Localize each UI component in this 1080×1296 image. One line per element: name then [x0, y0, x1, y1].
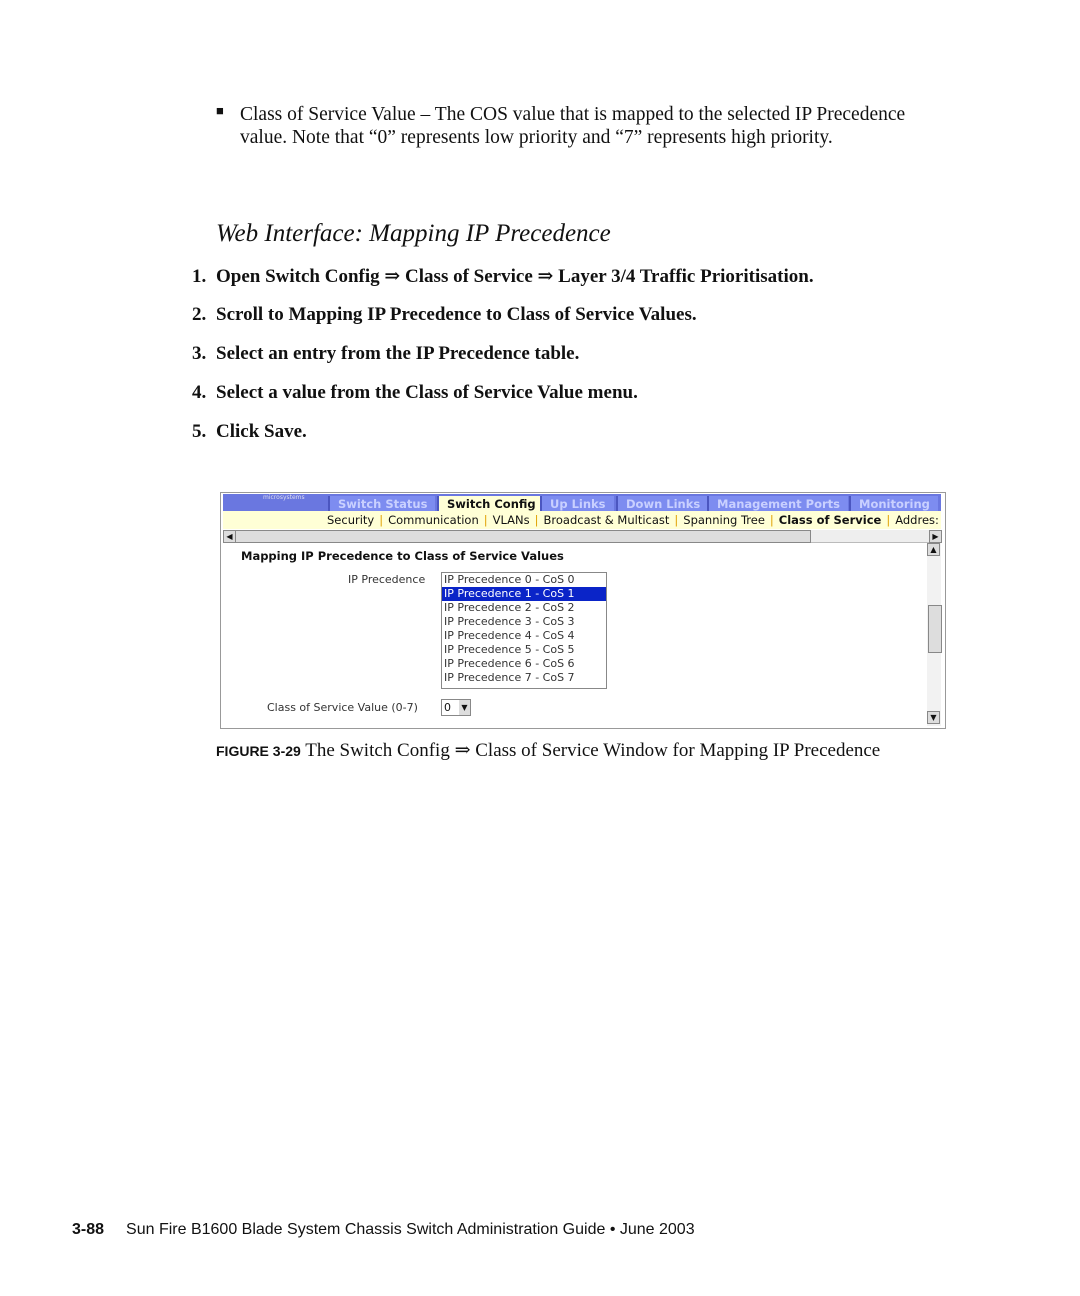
step: 1. Open Switch Config ⇒ Class of Service … — [192, 265, 814, 288]
step: 2. Scroll to Mapping IP Precedence to Cla… — [192, 304, 697, 326]
subnav-item[interactable]: Addres: — [895, 513, 939, 527]
subnav-item[interactable]: Class of Service — [779, 513, 882, 527]
list-option[interactable]: IP Precedence 6 - CoS 6 — [442, 657, 606, 671]
step-text: Select a value from the Class of Service… — [216, 382, 638, 403]
page-number: 3-88 — [72, 1221, 105, 1238]
scroll-right-button[interactable]: ▶ — [929, 530, 942, 543]
step-number: 5. — [192, 421, 207, 442]
horizontal-scrollbar[interactable]: ◀ ▶ — [223, 530, 942, 543]
list-option[interactable]: IP Precedence 5 - CoS 5 — [442, 643, 606, 657]
bullet-icon: ■ — [216, 103, 224, 118]
list-option[interactable]: IP Precedence 1 - CoS 1 — [442, 587, 606, 601]
list-option[interactable]: IP Precedence 3 - CoS 3 — [442, 615, 606, 629]
tab[interactable]: Down Links — [616, 496, 709, 512]
divider: | — [674, 513, 679, 527]
bullet-text: Class of Service Value – The COS value t… — [240, 104, 906, 148]
subnav-item[interactable]: Broadcast & Multicast — [544, 513, 670, 527]
ip-precedence-label: IP Precedence — [348, 573, 426, 586]
divider: | — [886, 513, 891, 527]
section-title: Mapping IP Precedence to Class of Servic… — [241, 549, 564, 563]
subnav-item[interactable]: VLANs — [493, 513, 530, 527]
section-heading: Web Interface: Mapping IP Precedence — [216, 220, 611, 247]
divider: | — [769, 513, 774, 527]
step: 3. Select an entry from the IP Precedence… — [192, 343, 579, 365]
vertical-scrollbar[interactable]: ▲ ▼ — [927, 543, 942, 726]
list-option[interactable]: IP Precedence 4 - CoS 4 — [442, 629, 606, 643]
tab[interactable]: Switch Status — [328, 496, 436, 512]
cos-value: 0 — [444, 701, 451, 714]
document-page: ■ Class of Service Value – The COS value… — [0, 0, 1080, 1296]
step-text: Click Save. — [216, 421, 307, 442]
divider: | — [379, 513, 384, 527]
tab[interactable]: Switch Config — [437, 496, 544, 512]
step: 4. Select a value from the Class of Servi… — [192, 382, 638, 404]
step-number: 4. — [192, 382, 207, 403]
logo: microsystems — [263, 494, 305, 501]
subnav-item[interactable]: Spanning Tree — [683, 513, 765, 527]
list-option[interactable]: IP Precedence 7 - CoS 7 — [442, 671, 606, 685]
step-number: 2. — [192, 304, 207, 325]
figure-screenshot: microsystems Switch Status Switch Config U… — [220, 492, 946, 729]
tab[interactable]: Monitoring — [849, 496, 938, 512]
cos-value-label: Class of Service Value (0-7) — [267, 701, 418, 714]
divider: | — [534, 513, 539, 527]
footer: 3-88 Sun Fire B1600 Blade System Chassis … — [72, 1221, 695, 1239]
step-text: Scroll to Mapping IP Precedence to Class… — [216, 304, 697, 325]
subnav-item[interactable]: Security — [327, 513, 374, 527]
step-number: 1. — [192, 266, 207, 287]
ip-precedence-list[interactable]: IP Precedence 0 - CoS 0 IP Precedence 1 -… — [441, 572, 607, 689]
subnav-item[interactable]: Communication — [388, 513, 479, 527]
step-number: 3. — [192, 343, 207, 364]
figure-label: FIGURE 3-29 — [216, 743, 301, 759]
cos-value-select[interactable]: 0 ▼ — [441, 699, 471, 716]
chevron-down-icon: ▼ — [459, 700, 470, 715]
scroll-down-button[interactable]: ▼ — [927, 711, 940, 724]
divider: | — [483, 513, 488, 527]
scroll-up-button[interactable]: ▲ — [927, 543, 940, 556]
step-text: Select an entry from the IP Precedence t… — [216, 343, 580, 364]
subnav: Security | Communication | VLANs | Broadcast &… — [223, 511, 941, 529]
list-option[interactable]: IP Precedence 0 - CoS 0 — [442, 573, 606, 587]
step: 5. Click Save. — [192, 421, 307, 443]
step-text: Open Switch Config ⇒ Class of Service ⇒ … — [216, 266, 814, 287]
list-option[interactable]: IP Precedence 2 - CoS 2 — [442, 601, 606, 615]
caption-text: The Switch Config ⇒ Class of Service Win… — [305, 740, 881, 761]
scroll-thumb[interactable] — [928, 605, 942, 653]
tab[interactable]: Management Ports — [707, 496, 848, 512]
figure-caption: FIGURE 3-29 The Switch Config ⇒ Class of… — [216, 739, 880, 762]
tab-bar: microsystems Switch Status Switch Config U… — [223, 494, 941, 512]
scroll-thumb[interactable] — [235, 530, 811, 543]
footer-text: Sun Fire B1600 Blade System Chassis Swit… — [126, 1221, 695, 1238]
tab[interactable]: Up Links — [540, 496, 614, 512]
